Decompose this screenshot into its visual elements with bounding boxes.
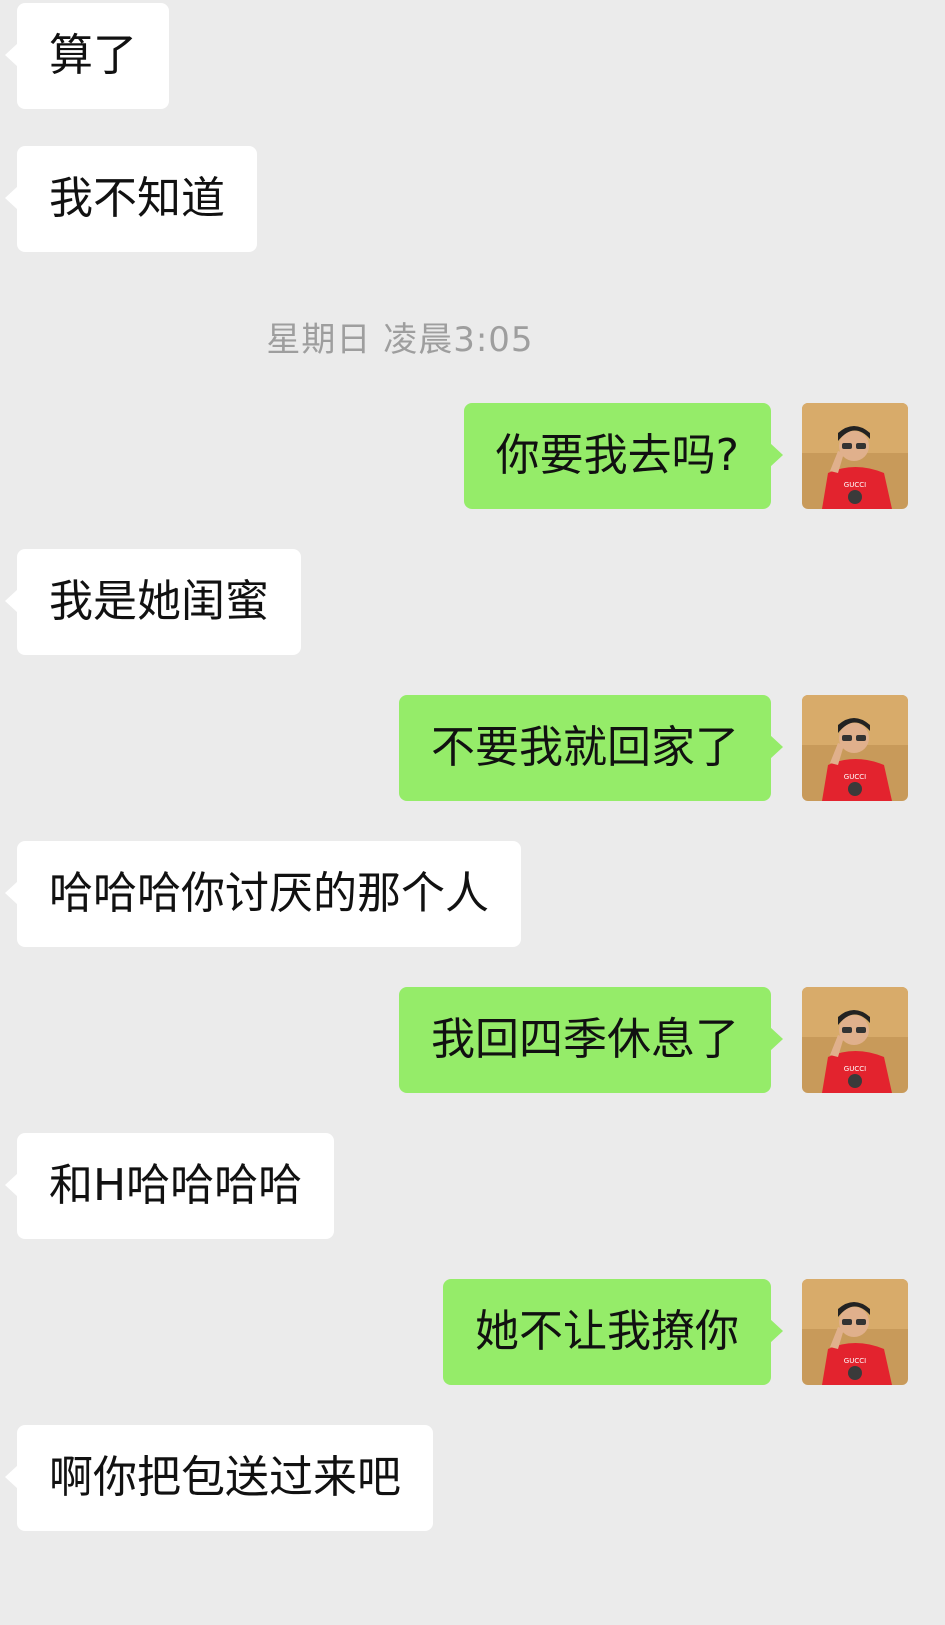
- user-avatar[interactable]: GUCCI: [802, 695, 908, 801]
- incoming-message-bubble[interactable]: 算了: [5, 3, 169, 109]
- message-timestamp: 星期日 凌晨3:05: [266, 320, 534, 360]
- incoming-message-bubble[interactable]: 和H哈哈哈哈: [4, 1133, 335, 1239]
- message-text: 啊你把包送过来吧: [49, 1452, 401, 1503]
- message-text: 算了: [49, 30, 137, 81]
- incoming-message-bubble[interactable]: 我是她闺蜜: [5, 549, 301, 655]
- user-avatar[interactable]: GUCCI: [802, 987, 908, 1093]
- message-text: 我是她闺蜜: [49, 576, 269, 627]
- outgoing-message-bubble[interactable]: 她不让我撩你: [443, 1279, 783, 1385]
- incoming-message-bubble[interactable]: 哈哈哈你讨厌的那个人: [5, 841, 521, 947]
- svg-text:GUCCI: GUCCI: [844, 1357, 866, 1365]
- message-text: 你要我去吗?: [495, 430, 739, 481]
- incoming-message-bubble[interactable]: 我不知道: [5, 146, 257, 252]
- user-avatar[interactable]: GUCCI: [802, 403, 908, 509]
- message-text: 她不让我撩你: [475, 1306, 739, 1357]
- outgoing-message-bubble[interactable]: 不要我就回家了: [399, 695, 783, 801]
- message-text: 和H哈哈哈哈: [49, 1160, 303, 1211]
- svg-text:GUCCI: GUCCI: [844, 773, 866, 781]
- chat-message-list[interactable]: 算了 我不知道 星期日 凌晨3:05 你要我去吗? GUCCI 我是她闺蜜 不要…: [0, 0, 945, 1625]
- message-text: 哈哈哈你讨厌的那个人: [49, 868, 489, 919]
- message-text: 我不知道: [49, 173, 225, 224]
- message-text: 我回四季休息了: [431, 1014, 739, 1065]
- svg-text:GUCCI: GUCCI: [844, 1065, 866, 1073]
- svg-text:GUCCI: GUCCI: [844, 481, 866, 489]
- user-avatar[interactable]: GUCCI: [802, 1279, 908, 1385]
- incoming-message-bubble[interactable]: 啊你把包送过来吧: [5, 1425, 433, 1531]
- outgoing-message-bubble[interactable]: 你要我去吗?: [463, 403, 784, 509]
- outgoing-message-bubble[interactable]: 我回四季休息了: [399, 987, 783, 1093]
- message-text: 不要我就回家了: [431, 722, 739, 773]
